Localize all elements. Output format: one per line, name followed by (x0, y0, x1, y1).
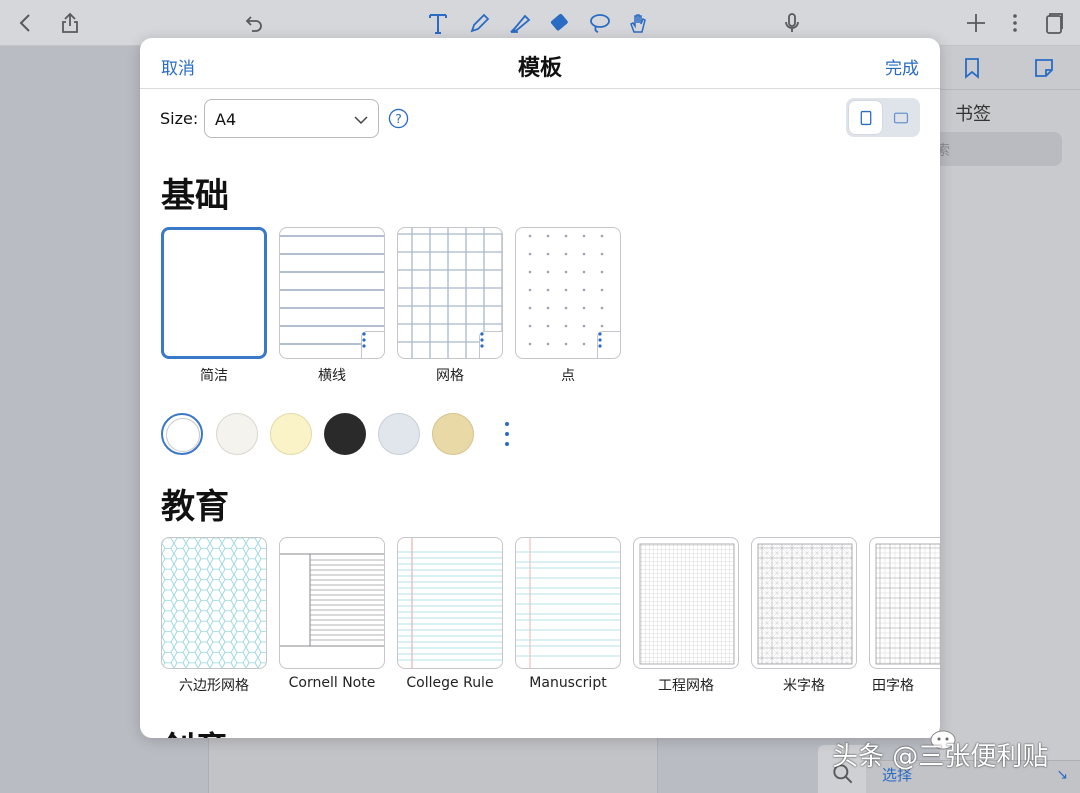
template-label: 横线 (318, 368, 346, 384)
template-modal: 取消 模板 完成 Size: A4 ? 基础 简洁 横线 网格 点 教育 六边形… (140, 38, 940, 738)
template-thumbnail (279, 537, 385, 669)
sidebar-tabs (940, 46, 1080, 90)
sidebar-title: 书签 (955, 104, 991, 125)
template-more-button[interactable] (597, 331, 620, 358)
microphone-icon[interactable] (778, 9, 806, 37)
template-thumbnail (633, 537, 739, 669)
expand-arrow-icon: ↘ (1056, 767, 1068, 783)
highlighter-icon[interactable] (506, 9, 534, 37)
template-label: 简洁 (200, 368, 228, 384)
template-label: 田字格 (872, 678, 914, 694)
document-page (208, 738, 658, 793)
template-label: Manuscript (529, 675, 607, 691)
template-thumbnail (397, 537, 503, 669)
eraser-icon[interactable] (546, 9, 574, 37)
swatch-yellow[interactable] (270, 413, 312, 455)
template-more-button[interactable] (361, 331, 384, 358)
pages-icon[interactable] (1040, 9, 1068, 37)
portrait-icon (860, 110, 871, 125)
swatch-light-gray[interactable] (378, 413, 420, 455)
template-thumbnail (869, 537, 940, 669)
portrait-button[interactable] (849, 101, 882, 134)
section-title-creative: 创意 (161, 722, 229, 738)
undo-icon[interactable] (240, 9, 268, 37)
template-thumbnail (751, 537, 857, 669)
template-thumbnail (515, 537, 621, 669)
more-swatches-icon[interactable] (502, 421, 512, 447)
template-thumbnail (279, 227, 385, 359)
more-vertical-icon (598, 332, 602, 348)
pen-tool-icon[interactable] (466, 9, 494, 37)
bookmark-sidebar: 书签 索 (934, 46, 1080, 793)
template-label: 六边形网格 (179, 678, 249, 694)
more-vertical-icon (362, 332, 366, 348)
lasso-icon[interactable] (586, 9, 614, 37)
note-icon[interactable] (1032, 56, 1056, 80)
landscape-button[interactable] (884, 101, 917, 134)
more-vertical-icon[interactable] (1001, 9, 1029, 37)
size-value: A4 (215, 110, 237, 129)
template-thumbnail (397, 227, 503, 359)
template-label: 网格 (436, 368, 464, 384)
sidebar-search[interactable]: 索 (934, 132, 1062, 166)
orientation-toggle (846, 98, 920, 137)
more-vertical-icon (480, 332, 484, 348)
template-more-button[interactable] (479, 331, 502, 358)
template-label: 工程网格 (658, 678, 714, 694)
landscape-icon (893, 112, 908, 123)
template-thumbnail (161, 227, 267, 359)
watermark-text: 头条 @三张便利贴 (832, 742, 1049, 772)
template-label: 米字格 (783, 678, 825, 694)
swatch-off-white[interactable] (216, 413, 258, 455)
hand-tool-icon[interactable] (624, 9, 652, 37)
back-icon[interactable] (12, 9, 40, 37)
add-icon[interactable] (962, 9, 990, 37)
section-title-education: 教育 (161, 487, 229, 527)
swatch-black[interactable] (324, 413, 366, 455)
text-tool-icon[interactable] (424, 9, 452, 37)
swatch-white[interactable] (161, 413, 203, 455)
swatch-tan[interactable] (432, 413, 474, 455)
template-label: College Rule (406, 675, 494, 691)
size-select[interactable]: A4 (204, 99, 379, 138)
template-label: Cornell Note (288, 675, 376, 691)
bookmark-icon[interactable] (960, 56, 984, 80)
share-icon[interactable] (56, 9, 84, 37)
template-label: 点 (561, 368, 575, 384)
modal-header: 取消 模板 完成 (140, 38, 940, 89)
template-thumbnail (515, 227, 621, 359)
modal-title: 模板 (517, 56, 562, 81)
section-title-basic: 基础 (161, 176, 229, 216)
chevron-down-icon (354, 116, 368, 125)
svg-text:?: ? (395, 111, 402, 126)
size-label: Size: (160, 109, 199, 128)
template-thumbnail (161, 537, 267, 669)
done-button[interactable]: 完成 (885, 54, 919, 79)
help-icon[interactable]: ? (388, 108, 409, 129)
